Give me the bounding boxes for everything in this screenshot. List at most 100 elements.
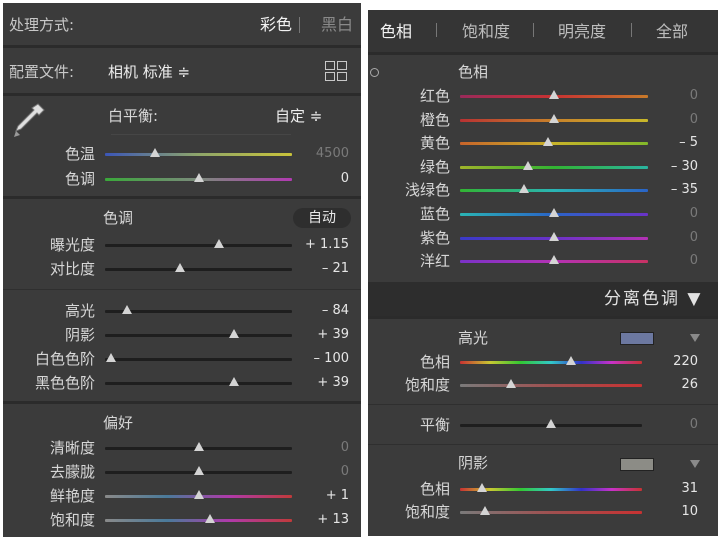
profile-dropdown[interactable]: 相机 标准 ≑ xyxy=(108,62,190,82)
treatment-color-option[interactable]: 彩色 xyxy=(260,15,292,35)
hue-slider-thumb[interactable] xyxy=(549,90,559,99)
whites-slider-track[interactable] xyxy=(105,358,292,361)
whites-value[interactable]: – 100 xyxy=(293,349,349,369)
tint-value[interactable]: 0 xyxy=(299,169,349,189)
tab-hue[interactable]: 色相 xyxy=(380,22,412,42)
whites-slider-thumb[interactable] xyxy=(105,353,116,362)
hue-slider-thumb[interactable] xyxy=(549,208,559,217)
split-highlights-sat-thumb[interactable] xyxy=(505,379,516,388)
shadows-color-swatch[interactable] xyxy=(620,458,654,471)
contrast-slider-track[interactable] xyxy=(105,268,292,271)
hue-row-label: 橙色 xyxy=(419,111,450,129)
treatment-bw-option[interactable]: 黑白 xyxy=(321,15,353,35)
balance-label: 平衡 xyxy=(419,416,450,434)
shadows-collapse-icon[interactable] xyxy=(690,460,700,468)
blacks-slider-thumb[interactable] xyxy=(229,377,240,386)
temp-value[interactable]: 4500 xyxy=(299,144,349,164)
balance-value[interactable]: 0 xyxy=(648,415,698,435)
exposure-slider-track[interactable] xyxy=(105,244,292,247)
dehaze-value[interactable]: 0 xyxy=(293,462,349,482)
hue-slider-track[interactable] xyxy=(460,166,648,169)
saturation-value[interactable]: + 13 xyxy=(293,510,349,530)
highlights-slider-thumb[interactable] xyxy=(122,305,133,314)
split-shadows-hue-label: 色相 xyxy=(419,480,450,498)
hue-slider-thumb[interactable] xyxy=(549,114,559,123)
shadows-value[interactable]: + 39 xyxy=(293,325,349,345)
hue-row-value[interactable]: – 5 xyxy=(648,133,698,153)
split-highlights-sat-value[interactable]: 26 xyxy=(648,375,698,395)
hue-row-value[interactable]: 0 xyxy=(648,110,698,130)
vibrance-slider-thumb[interactable] xyxy=(193,490,204,499)
basic-panel: 处理方式: 彩色 黑白 配置文件: 相机 标准 ≑ 白平衡: 自定 ≑ 色温 4… xyxy=(3,3,361,537)
split-highlights-hue-label: 色相 xyxy=(419,353,450,371)
temp-label: 色温 xyxy=(64,145,95,163)
profile-browser-grid-icon[interactable] xyxy=(325,61,347,81)
divider xyxy=(368,444,718,445)
tint-slider-thumb[interactable] xyxy=(193,173,204,182)
tab-divider xyxy=(436,23,437,37)
split-highlights-sat-track[interactable] xyxy=(460,384,642,387)
split-shadows-hue-value[interactable]: 31 xyxy=(648,479,698,499)
highlights-color-swatch[interactable] xyxy=(620,332,654,345)
hue-row-label: 红色 xyxy=(419,87,450,105)
temp-slider-thumb[interactable] xyxy=(150,148,161,157)
split-highlights-hue-value[interactable]: 220 xyxy=(648,352,698,372)
highlights-collapse-icon[interactable] xyxy=(690,334,700,342)
temp-slider-track[interactable] xyxy=(105,153,292,156)
split-shadows-hue-track[interactable] xyxy=(460,488,642,491)
exposure-value[interactable]: + 1.15 xyxy=(293,235,349,255)
exposure-slider-thumb[interactable] xyxy=(214,239,225,248)
split-highlights-hue-thumb[interactable] xyxy=(566,356,577,365)
blacks-value[interactable]: + 39 xyxy=(293,373,349,393)
shadows-slider-track[interactable] xyxy=(105,334,292,337)
hue-slider-thumb[interactable] xyxy=(549,232,559,241)
hue-row-value[interactable]: 0 xyxy=(648,251,698,271)
split-toning-title[interactable]: 分离色调 ▼ xyxy=(604,289,702,309)
hue-slider-track[interactable] xyxy=(460,189,648,192)
hue-row-value[interactable]: 0 xyxy=(648,204,698,224)
hue-row-value[interactable]: 0 xyxy=(648,228,698,248)
dehaze-slider-thumb[interactable] xyxy=(193,466,204,475)
blacks-label: 黑色色阶 xyxy=(34,374,95,392)
hue-slider-thumb[interactable] xyxy=(518,184,529,193)
split-shadows-title: 阴影 xyxy=(458,454,489,472)
vibrance-value[interactable]: + 1 xyxy=(293,486,349,506)
hue-row-value[interactable]: – 35 xyxy=(648,180,698,200)
treatment-label: 处理方式: xyxy=(9,16,75,34)
white-balance-dropdown[interactable]: 自定 ≑ xyxy=(275,106,322,126)
split-highlights-hue-track[interactable] xyxy=(460,361,642,364)
split-highlights-title: 高光 xyxy=(458,329,489,347)
target-adjust-icon[interactable] xyxy=(370,68,379,77)
shadows-slider-thumb[interactable] xyxy=(229,329,240,338)
tab-divider xyxy=(533,23,534,37)
split-shadows-hue-thumb[interactable] xyxy=(476,483,487,492)
contrast-value[interactable]: – 21 xyxy=(293,259,349,279)
tab-luminance[interactable]: 明亮度 xyxy=(558,22,606,42)
highlights-value[interactable]: – 84 xyxy=(293,301,349,321)
tab-saturation[interactable]: 饱和度 xyxy=(462,22,510,42)
hue-row-value[interactable]: – 30 xyxy=(648,157,698,177)
highlights-slider-track[interactable] xyxy=(105,310,292,313)
saturation-slider-thumb[interactable] xyxy=(204,514,215,523)
balance-slider-thumb[interactable] xyxy=(546,419,556,428)
split-highlights-sat-label: 饱和度 xyxy=(404,376,450,394)
auto-tone-button[interactable]: 自动 xyxy=(293,208,351,228)
split-shadows-sat-value[interactable]: 10 xyxy=(648,502,698,522)
hue-slider-track[interactable] xyxy=(460,142,648,145)
hue-slider-thumb[interactable] xyxy=(522,161,533,170)
highlights-label: 高光 xyxy=(64,302,95,320)
clarity-slider-thumb[interactable] xyxy=(193,442,204,451)
hue-row-label: 蓝色 xyxy=(419,205,450,223)
split-shadows-sat-thumb[interactable] xyxy=(480,506,491,515)
hue-row-value[interactable]: 0 xyxy=(648,86,698,106)
blacks-slider-track[interactable] xyxy=(105,382,292,385)
clarity-value[interactable]: 0 xyxy=(293,438,349,458)
saturation-slider-track[interactable] xyxy=(105,519,292,522)
contrast-slider-thumb[interactable] xyxy=(174,263,185,272)
tint-label: 色调 xyxy=(64,170,95,188)
hue-slider-thumb[interactable] xyxy=(543,137,554,146)
eyedropper-icon[interactable] xyxy=(11,101,47,141)
tab-all[interactable]: 全部 xyxy=(656,22,688,42)
divider xyxy=(3,45,361,48)
hue-slider-thumb[interactable] xyxy=(549,255,559,264)
